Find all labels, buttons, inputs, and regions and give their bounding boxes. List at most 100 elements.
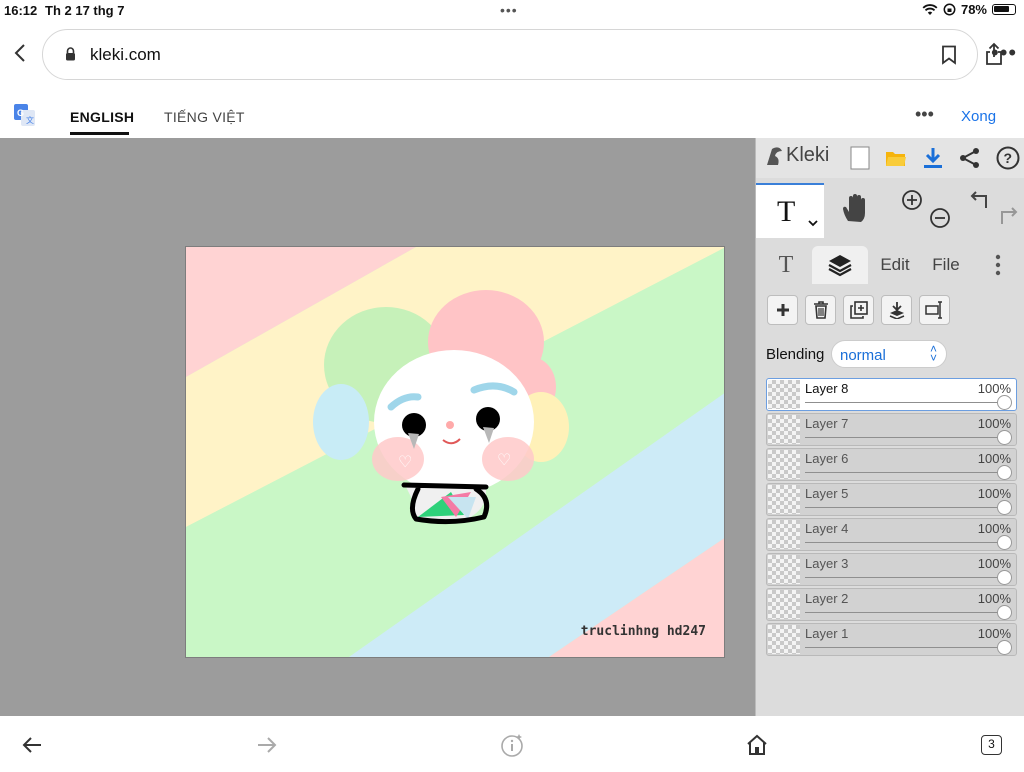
share-network-icon[interactable] [956, 144, 984, 172]
delete-layer-button[interactable] [805, 295, 836, 325]
multitask-dots-icon[interactable]: ••• [500, 2, 518, 18]
layer-thumbnail [768, 485, 800, 514]
orientation-lock-icon [943, 3, 956, 16]
text-tool-button[interactable]: T [756, 183, 824, 238]
layer-thumbnail [768, 555, 800, 584]
canvas-workspace[interactable]: ♡ ♡ truclinhng hd247 [0, 138, 755, 716]
select-caret-icon: ˄ ˅ [929, 342, 937, 365]
kleki-logo-icon [767, 146, 782, 165]
info-sparkle-icon[interactable] [500, 733, 524, 757]
layer-opacity: 100% [977, 381, 1011, 396]
home-icon[interactable] [745, 733, 769, 757]
layer-row[interactable]: Layer 6 100% [766, 448, 1017, 481]
opacity-slider-track[interactable] [805, 472, 1004, 473]
layer-name: Layer 6 [805, 451, 849, 466]
bookmark-icon[interactable] [941, 45, 957, 65]
opacity-slider-track[interactable] [805, 437, 1004, 438]
layer-opacity: 100% [977, 486, 1011, 501]
layer-row[interactable]: Layer 8 100% [766, 378, 1017, 411]
kleki-side-panel: Kleki ? T T Edit File Blending normal ˄ … [755, 138, 1024, 716]
panel-tab-row: T Edit File [756, 246, 1024, 286]
layer-thumbnail [768, 520, 800, 549]
forward-arrow-icon[interactable] [255, 733, 279, 757]
battery-level [994, 6, 1009, 12]
tab-switcher-button[interactable]: 3 [981, 735, 1002, 755]
status-date: Th 2 17 thg 7 [45, 3, 125, 18]
opacity-slider-track[interactable] [805, 612, 1004, 613]
layer-row[interactable]: Layer 3 100% [766, 553, 1017, 586]
layer-name: Layer 5 [805, 486, 849, 501]
opacity-slider-handle[interactable] [997, 395, 1012, 410]
blending-label: Blending [766, 346, 825, 363]
layer-thumbnail [768, 450, 800, 479]
chevron-left-icon[interactable] [10, 42, 32, 64]
tab-english[interactable]: ENGLISH [70, 109, 134, 125]
opacity-slider-handle[interactable] [997, 640, 1012, 655]
layer-row[interactable]: Layer 4 100% [766, 518, 1017, 551]
plus-icon [776, 304, 789, 316]
opacity-slider-handle[interactable] [997, 605, 1012, 620]
layer-row[interactable]: Layer 7 100% [766, 413, 1017, 446]
opacity-slider-handle[interactable] [997, 500, 1012, 515]
drawing-canvas[interactable]: ♡ ♡ truclinhng hd247 [185, 246, 725, 658]
layer-name: Layer 4 [805, 521, 849, 536]
tab-vietnamese[interactable]: TIẾNG VIỆT [164, 109, 245, 125]
text-tab-icon: T [778, 251, 794, 278]
trash-icon [813, 301, 828, 319]
blending-value: normal [840, 347, 886, 364]
add-layer-button[interactable] [767, 295, 798, 325]
layer-row[interactable]: Layer 5 100% [766, 483, 1017, 516]
tab-text-settings[interactable]: T [766, 246, 806, 284]
battery-percent: 78% [960, 2, 987, 17]
chevron-down-icon[interactable] [808, 219, 818, 227]
layer-row[interactable]: Layer 1 100% [766, 623, 1017, 656]
kleki-top-bar: Kleki ? [756, 138, 1024, 178]
opacity-slider-track[interactable] [805, 647, 1004, 648]
opacity-slider-track[interactable] [805, 507, 1004, 508]
layer-thumbnail [768, 625, 800, 654]
opacity-slider-handle[interactable] [997, 535, 1012, 550]
layers-icon [828, 255, 852, 277]
url-text: kleki.com [90, 45, 161, 64]
artist-signature: truclinhng hd247 [580, 624, 706, 639]
layer-name: Layer 3 [805, 556, 849, 571]
layer-row[interactable]: Layer 2 100% [766, 588, 1017, 621]
translate-more-icon[interactable]: ••• [915, 104, 934, 125]
opacity-slider-track[interactable] [805, 402, 1004, 403]
layer-name: Layer 7 [805, 416, 849, 431]
tab-layers[interactable] [812, 246, 868, 284]
kebab-menu-icon[interactable] [986, 246, 1010, 284]
redo-icon[interactable] [996, 205, 1018, 227]
help-icon[interactable]: ? [994, 144, 1022, 172]
blending-select[interactable]: normal ˄ ˅ [831, 340, 947, 368]
duplicate-layer-button[interactable] [843, 295, 874, 325]
kleki-logo[interactable]: Kleki [764, 144, 829, 167]
open-folder-icon[interactable] [882, 144, 910, 172]
status-bar: 16:12 Th 2 17 thg 7 ••• 78% [0, 0, 1024, 22]
hand-tool-icon[interactable] [840, 193, 870, 225]
zoom-out-icon[interactable] [929, 207, 951, 229]
rename-layer-button[interactable] [919, 295, 950, 325]
opacity-slider-track[interactable] [805, 542, 1004, 543]
opacity-slider-handle[interactable] [997, 465, 1012, 480]
layer-name: Layer 2 [805, 591, 849, 606]
more-icon[interactable]: ••• [991, 40, 1017, 66]
translate-done-button[interactable]: Xong [961, 108, 996, 125]
address-bar[interactable]: kleki.com [42, 29, 1002, 80]
undo-icon[interactable] [970, 189, 992, 211]
download-icon[interactable] [919, 144, 947, 172]
back-arrow-icon[interactable] [20, 733, 44, 757]
layer-opacity: 100% [977, 451, 1011, 466]
kleki-logo-text: Kleki [786, 144, 830, 166]
svg-text:♡: ♡ [398, 452, 412, 471]
layer-name: Layer 1 [805, 626, 849, 641]
battery-icon [992, 4, 1016, 15]
opacity-slider-track[interactable] [805, 577, 1004, 578]
new-document-icon[interactable] [846, 144, 874, 172]
tab-edit[interactable]: Edit [874, 246, 916, 284]
zoom-in-icon[interactable] [901, 189, 923, 211]
opacity-slider-handle[interactable] [997, 570, 1012, 585]
opacity-slider-handle[interactable] [997, 430, 1012, 445]
merge-down-button[interactable] [881, 295, 912, 325]
tab-file[interactable]: File [926, 246, 966, 284]
